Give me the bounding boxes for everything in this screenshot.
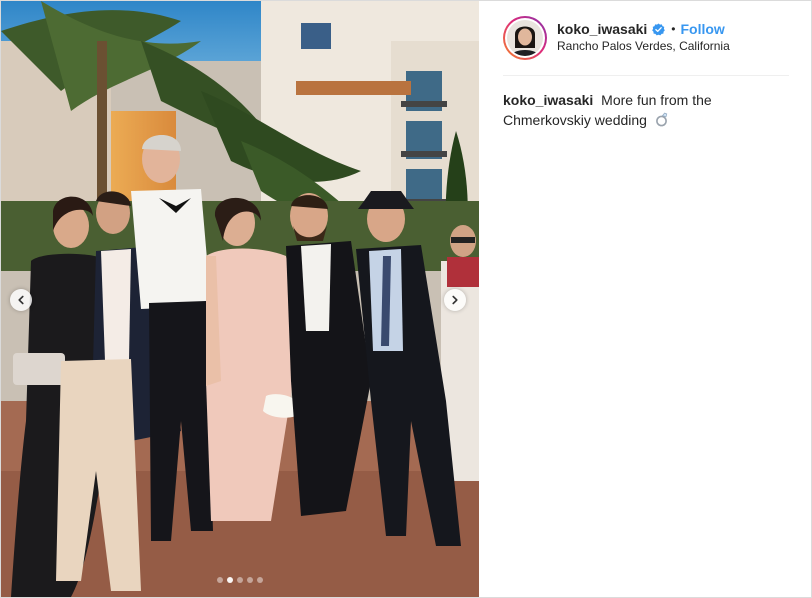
location-link[interactable]: Rancho Palos Verdes, California <box>557 38 730 55</box>
author-username[interactable]: koko_iwasaki <box>557 21 647 38</box>
verified-badge-icon <box>652 23 666 36</box>
carousel-next-button[interactable] <box>444 289 466 311</box>
carousel-dot <box>217 577 223 583</box>
ring-icon <box>654 111 670 127</box>
carousel-indicator <box>1 577 479 583</box>
header-text: koko_iwasaki • Follow Rancho Palos Verde… <box>557 21 730 55</box>
follow-button[interactable]: Follow <box>680 21 724 38</box>
caption-username[interactable]: koko_iwasaki <box>503 92 593 108</box>
carousel-dot <box>257 577 263 583</box>
chevron-right-icon <box>452 295 458 305</box>
profile-photo <box>507 20 543 56</box>
carousel-dot-active <box>227 577 233 583</box>
instagram-post: koko_iwasaki • Follow Rancho Palos Verde… <box>0 0 812 598</box>
carousel-dot <box>237 577 243 583</box>
chevron-left-icon <box>18 295 24 305</box>
separator-dot: • <box>671 22 676 36</box>
avatar[interactable] <box>507 20 543 56</box>
post-header: koko_iwasaki • Follow Rancho Palos Verde… <box>503 1 789 76</box>
carousel-prev-button[interactable] <box>10 289 32 311</box>
post-photo[interactable] <box>1 1 479 597</box>
carousel-dot <box>247 577 253 583</box>
wedding-group-photo <box>1 1 479 597</box>
avatar-story-ring[interactable] <box>503 16 547 60</box>
post-sidebar: koko_iwasaki • Follow Rancho Palos Verde… <box>479 1 811 597</box>
post-caption: koko_iwasaki More fun from the Chmerkovs… <box>503 90 748 130</box>
